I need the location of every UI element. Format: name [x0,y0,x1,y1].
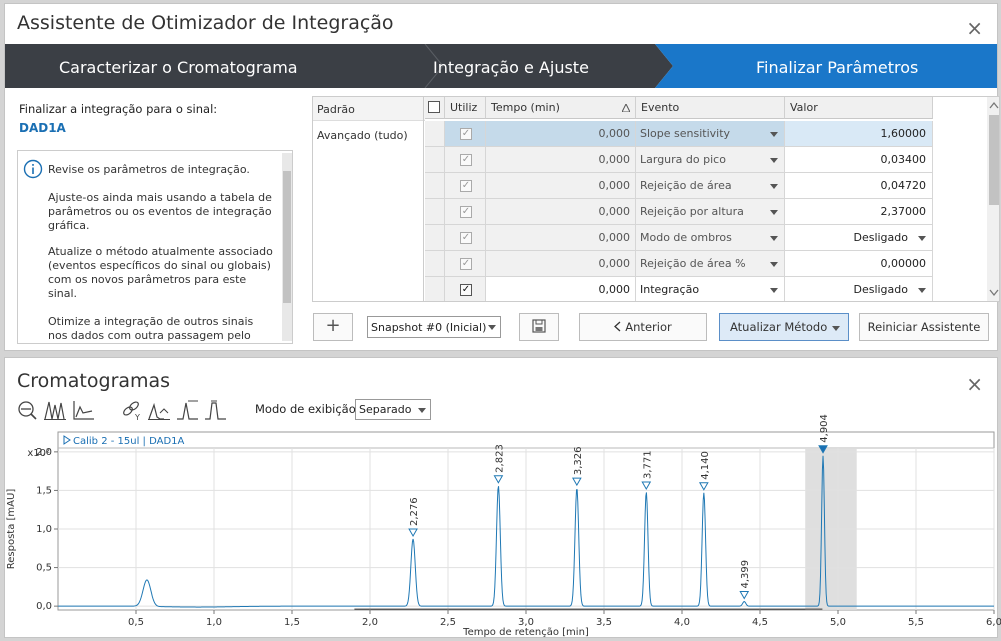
peak-label: 3,771 [642,450,653,479]
y-tick-label: 0,0 [36,601,52,612]
chart-title: Calib 2 - 15ul | DAD1A [73,436,185,447]
y-tick-label: 1,0 [36,524,52,535]
x-tick-label: 2,5 [440,617,456,628]
x-axis-label: Tempo de retenção [min] [462,627,589,638]
peak-label: 3,326 [573,446,584,475]
x-tick-label: 2,0 [362,617,378,628]
x-tick-label: 1,0 [206,617,222,628]
y-tick-label: 0,5 [36,563,52,574]
peak-label: 2,823 [494,444,505,473]
peak-label: 2,276 [409,497,420,526]
y-multiplier-label: x10² [27,448,50,459]
peak-label: 4,904 [819,414,830,443]
x-tick-label: 4,5 [752,617,768,628]
peak-label: 4,399 [740,560,751,589]
chromatogram-plot[interactable]: Calib 2 - 15ul | DAD1A0,5 1,0 1,5 2,0 2,5 3,0… [0,0,1001,641]
x-tick-label: 6,0 [986,617,1001,628]
y-tick-label: 1,5 [36,485,52,496]
y-axis-label: Resposta [mAU] [6,489,17,570]
x-tick-label: 5,5 [908,617,924,628]
x-tick-label: 0,5 [128,617,144,628]
x-tick-label: 3,5 [596,617,612,628]
peak-label: 4,140 [700,451,711,480]
x-tick-label: 4,0 [674,617,690,628]
x-tick-label: 1,5 [284,617,300,628]
x-tick-label: 5,0 [830,617,846,628]
